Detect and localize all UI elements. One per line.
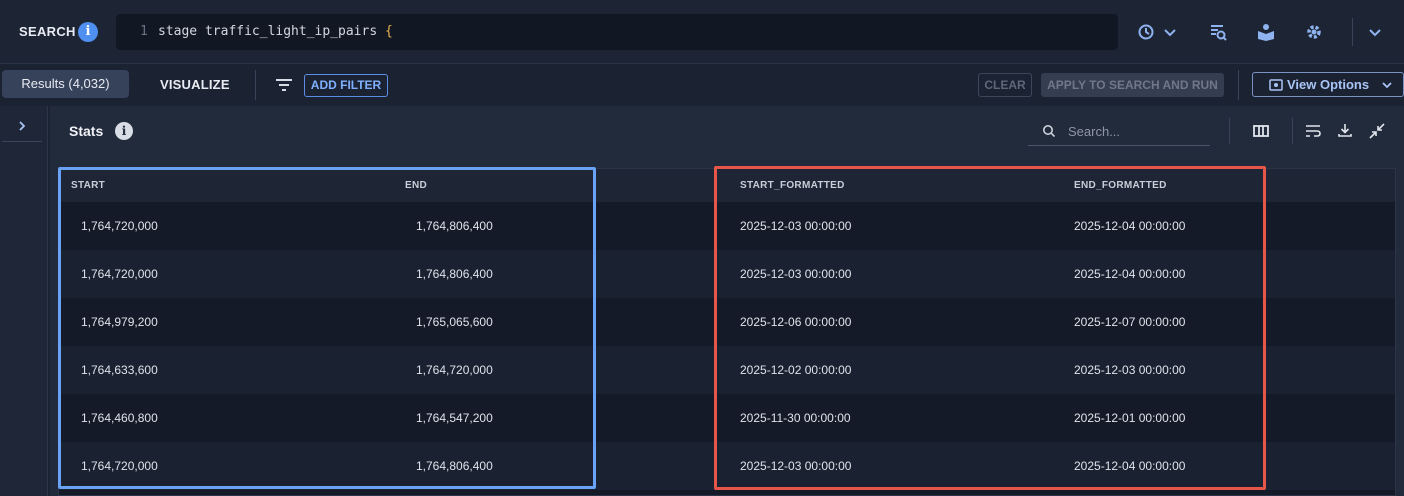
info-icon[interactable]: i [78,22,98,42]
side-rail [0,106,48,496]
search-icon [1043,125,1056,138]
apply-to-search-button[interactable]: APPLY TO SEARCH AND RUN [1041,73,1224,97]
filter-icon[interactable] [274,76,294,99]
search-label: SEARCH [19,24,76,39]
gear-icon[interactable] [1302,20,1326,44]
query-text: stage traffic_light_ip_pairs { [158,24,393,39]
library-icon[interactable] [1254,20,1278,44]
search-placeholder: Search... [1068,124,1121,139]
divider [255,70,256,100]
chevron-down-icon [1382,82,1392,89]
divider [1229,118,1230,144]
history-icon[interactable] [1136,20,1178,44]
download-icon[interactable] [1337,122,1353,143]
search-input[interactable]: Search... [1028,116,1210,146]
highlight-box-blue [58,167,596,489]
divider [1352,18,1353,46]
info-icon[interactable]: i [115,122,133,140]
tab-visualize[interactable]: VISUALIZE [160,77,230,92]
clear-button[interactable]: CLEAR [978,73,1032,97]
view-options-button[interactable]: View Options [1252,72,1404,97]
divider [1238,70,1239,100]
view-options-label: View Options [1287,77,1370,92]
search-list-icon[interactable] [1206,20,1230,44]
tab-results[interactable]: Results (4,032) [2,70,129,98]
view-icon [1269,79,1283,91]
collapse-icon[interactable] [1368,122,1386,145]
wrap-text-icon[interactable] [1304,123,1322,144]
chevron-right-icon [19,120,26,131]
search-bar: SEARCH i 1 stage traffic_light_ip_pairs … [0,0,1404,64]
chevron-down-icon[interactable] [1363,20,1387,44]
divider [1292,118,1293,144]
query-editor[interactable]: 1 stage traffic_light_ip_pairs { [116,14,1118,50]
line-number: 1 [140,24,148,39]
panel-title: Stats [69,123,104,139]
expand-sidebar-button[interactable] [2,110,42,142]
add-filter-button[interactable]: ADD FILTER [304,74,388,97]
highlight-box-red [714,166,1266,490]
columns-icon[interactable] [1252,123,1270,144]
